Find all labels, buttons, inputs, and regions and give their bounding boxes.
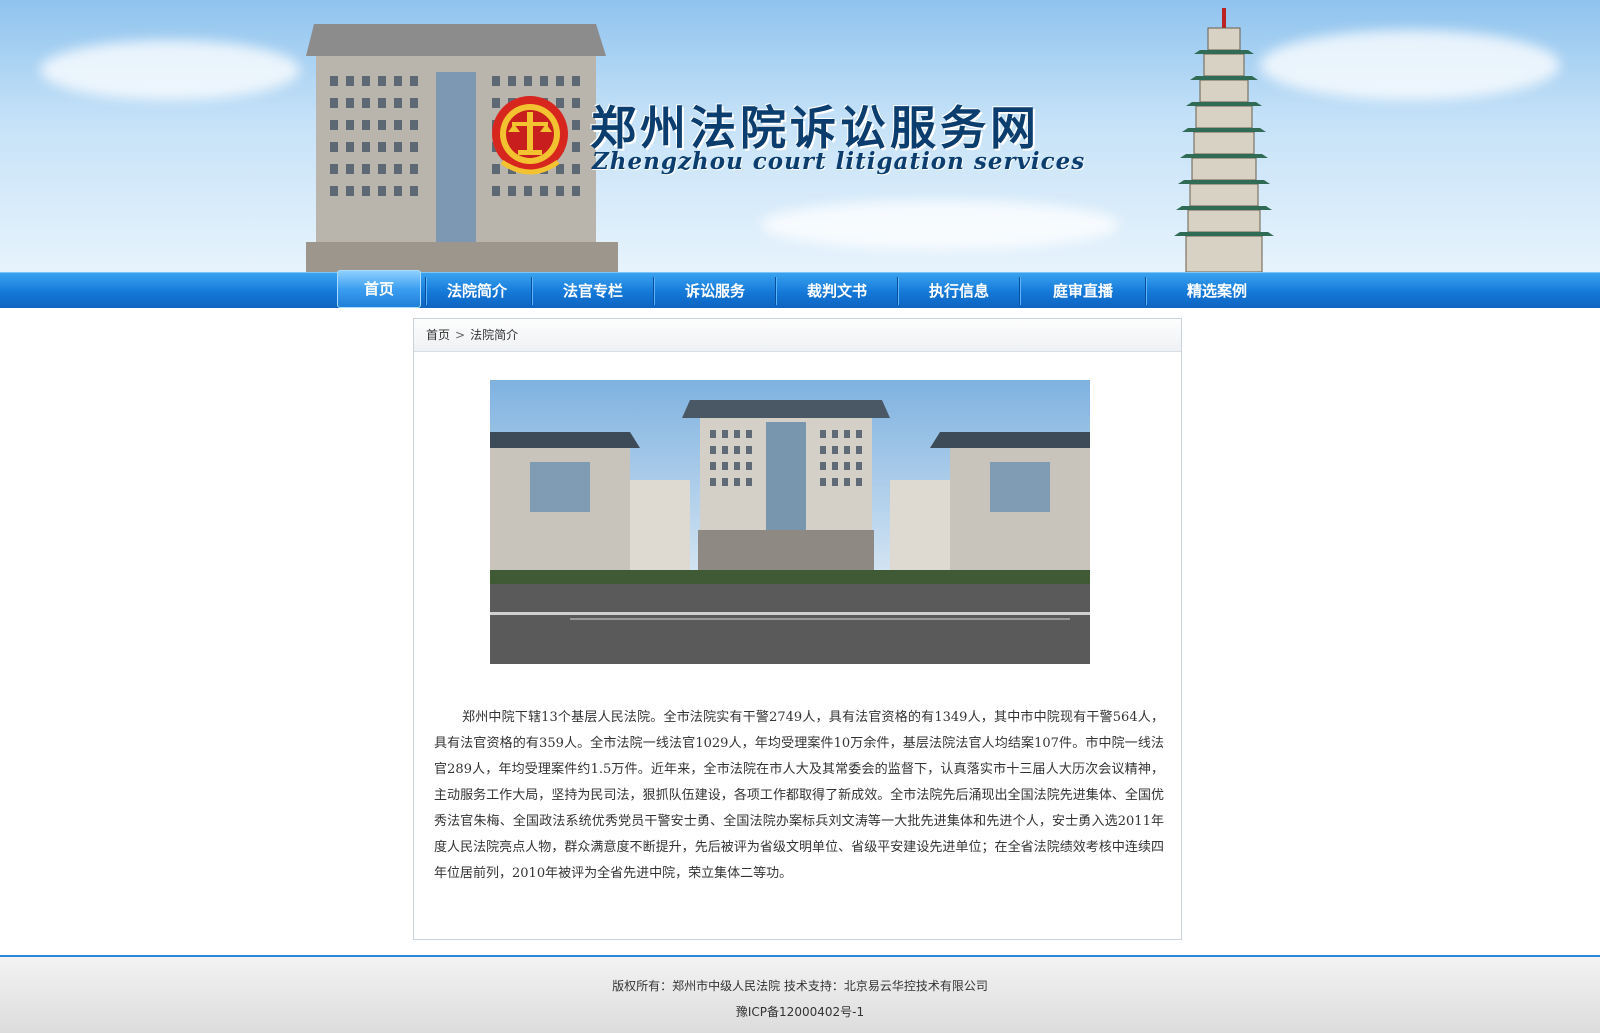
main-nav: 首页 法院简介 法官专栏 诉讼服务 裁判文书 执行信息 庭审直播 精选案例 [0, 270, 1600, 309]
site-title-en: Zhengzhou court litigation services [592, 148, 1086, 175]
nav-item-court-intro[interactable]: 法院简介 [427, 273, 527, 309]
nav-item-judgments[interactable]: 裁判文书 [777, 273, 897, 309]
content-panel: 首页 > 法院简介 郑州中院下辖13个基层人民法院。全市法院实有干警2749人，… [413, 318, 1182, 940]
breadcrumb-current[interactable]: 法院简介 [470, 319, 518, 352]
breadcrumb-separator: > [455, 328, 466, 342]
nav-item-home[interactable]: 首页 [337, 270, 421, 308]
court-emblem-icon [492, 96, 568, 175]
nav-item-execution[interactable]: 执行信息 [899, 273, 1019, 309]
nav-item-cases[interactable]: 精选案例 [1147, 273, 1287, 309]
erqi-tower-image [1174, 8, 1274, 272]
breadcrumb: 首页 > 法院简介 [414, 319, 1181, 352]
breadcrumb-home-link[interactable]: 首页 [426, 319, 450, 352]
nav-item-live-trial[interactable]: 庭审直播 [1021, 273, 1145, 309]
court-intro-text: 郑州中院下辖13个基层人民法院。全市法院实有干警2749人，具有法官资格的有13… [434, 710, 1164, 881]
footer-copyright: 版权所有：郑州市中级人民法院 技术支持：北京易云华控技术有限公司 [612, 979, 988, 993]
nav-item-judges[interactable]: 法官专栏 [533, 273, 653, 309]
site-banner: 郑州法院诉讼服务网 Zhengzhou court litigation ser… [0, 0, 1600, 272]
site-footer: 版权所有：郑州市中级人民法院 技术支持：北京易云华控技术有限公司 豫ICP备12… [0, 955, 1600, 1033]
cloud-decoration [40, 40, 300, 100]
court-building-image [306, 24, 618, 272]
court-complex-photo [490, 380, 1090, 664]
nav-item-litigation[interactable]: 诉讼服务 [655, 273, 775, 309]
cloud-decoration [1260, 30, 1560, 100]
footer-icp[interactable]: 豫ICP备12000402号-1 [0, 999, 1600, 1025]
cloud-decoration [760, 200, 1120, 250]
